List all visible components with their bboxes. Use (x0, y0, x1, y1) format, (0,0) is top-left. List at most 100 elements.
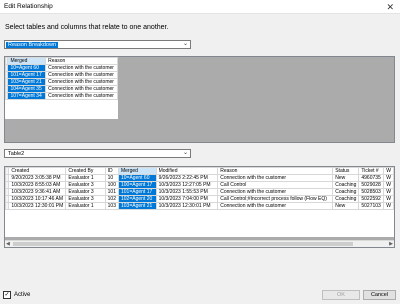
reason-cell[interactable]: Connection with the customer (45, 85, 118, 93)
ticket-cell[interactable]: 4960735 (358, 174, 385, 182)
merged-cell[interactable]: 10=Agent 60 (7, 64, 47, 72)
reason-cell[interactable]: Connection with the customer (45, 64, 118, 72)
column-header-ticket[interactable]: Ticket # (358, 167, 385, 175)
table-row[interactable]: 103=Agent 21 Connection with the custome… (4, 78, 118, 86)
scroll-left-icon[interactable]: ◀ (6, 241, 10, 247)
modified-cell[interactable]: 9/26/2023 2:22:45 PM (155, 174, 219, 182)
first-table-value: Reason Breakdown (6, 42, 59, 48)
status-cell[interactable]: Coaching (332, 181, 360, 189)
table-row[interactable]: 9/20/2023 3:05:38 PM Evaluator 1 10 10=A… (5, 174, 394, 182)
id-cell[interactable]: 10 (104, 174, 119, 182)
first-table-area: Merged Reason 10=Agent 60 Connection wit… (4, 57, 118, 119)
column-header-reason[interactable]: Reason (45, 57, 118, 65)
ticket-cell[interactable]: 5028503 (358, 188, 385, 196)
table-row[interactable]: 107=Agent 34 Connection with the custome… (4, 92, 118, 100)
created-cell[interactable]: 10/3/2023 9:36:41 AM (8, 188, 67, 196)
second-table-area: Created Created By ID Merged Modified Re… (5, 167, 394, 237)
merged-cell[interactable]: 100=Agent 17 (117, 181, 157, 189)
merged-cell[interactable]: 101=Agent 17 (7, 71, 47, 79)
first-table-grid: Merged Reason 10=Agent 60 Connection wit… (4, 56, 395, 143)
column-header-created-by[interactable]: Created By (65, 167, 106, 175)
reason-cell[interactable]: Connection with the customer (45, 71, 118, 79)
status-cell[interactable]: Coaching (332, 188, 360, 196)
created-by-cell[interactable]: Evaluator 3 (65, 181, 106, 189)
table-row[interactable]: 104=Agent 35 Connection with the custome… (4, 85, 118, 93)
created-by-cell[interactable]: Evaluator 3 (65, 188, 106, 196)
close-icon[interactable]: ✕ (386, 1, 394, 13)
column-header-status[interactable]: Status (332, 167, 360, 175)
first-table: Merged Reason 10=Agent 60 Connection wit… (4, 57, 118, 100)
scroll-right-icon[interactable]: ▶ (389, 241, 393, 247)
modified-cell[interactable]: 10/3/2023 12:27:05 PM (155, 181, 219, 189)
column-header-partial[interactable]: W (383, 167, 394, 175)
table-row[interactable]: 10/3/2023 8:55:03 AM Evaluator 3 100 100… (5, 181, 394, 189)
reason-cell[interactable]: Connection with the customer (217, 188, 334, 196)
id-cell[interactable]: 101 (104, 188, 119, 196)
created-cell[interactable]: 10/3/2023 10:17:46 AM (8, 195, 67, 203)
column-header-id[interactable]: ID (104, 167, 119, 175)
modified-cell[interactable]: 10/3/2023 7:04:00 PM (155, 195, 219, 203)
window-title: Edit Relationship (4, 3, 53, 10)
partial-cell[interactable]: W (383, 195, 394, 203)
column-header-modified[interactable]: Modified (155, 167, 219, 175)
reason-cell[interactable]: Call Control (217, 181, 334, 189)
column-header-merged[interactable]: Merged (7, 57, 47, 65)
second-table: Created Created By ID Merged Modified Re… (5, 167, 394, 210)
active-checkbox[interactable]: ✓ (3, 291, 11, 299)
merged-cell[interactable]: 103=Agent 21 (117, 202, 157, 210)
merged-cell[interactable]: 102=Agent 20 (117, 195, 157, 203)
reason-cell[interactable]: Call Control;#Incorrect process follow (… (217, 195, 334, 203)
status-cell[interactable]: New (332, 174, 360, 182)
merged-cell[interactable]: 103=Agent 21 (7, 78, 47, 86)
ticket-cell[interactable]: 5022592 (358, 195, 385, 203)
scrollbar-thumb[interactable] (13, 242, 353, 246)
ok-button[interactable]: OK (322, 290, 360, 300)
ticket-cell[interactable]: 5029028 (358, 181, 385, 189)
status-cell[interactable]: New (332, 202, 360, 210)
created-cell[interactable]: 10/3/2023 12:30:01 PM (8, 202, 67, 210)
column-header-reason[interactable]: Reason (217, 167, 334, 175)
second-table-grid: Created Created By ID Merged Modified Re… (4, 166, 395, 248)
modified-cell[interactable]: 10/3/2023 1:55:53 PM (155, 188, 219, 196)
created-by-cell[interactable]: Evaluator 1 (65, 174, 106, 182)
partial-cell[interactable]: W (383, 174, 394, 182)
reason-cell[interactable]: Connection with the customer (217, 202, 334, 210)
modified-cell[interactable]: 10/3/2023 12:30:01 PM (155, 202, 219, 210)
table-row[interactable]: 10/3/2023 9:36:41 AM Evaluator 3 101 101… (5, 188, 394, 196)
instruction-text: Select tables and columns that relate to… (5, 24, 169, 31)
table-row[interactable]: 10=Agent 60 Connection with the customer (4, 64, 118, 72)
column-header-merged[interactable]: Merged (117, 167, 157, 175)
chevron-down-icon[interactable]: ⌄ (183, 41, 188, 48)
ticket-cell[interactable]: 5027103 (358, 202, 385, 210)
partial-cell[interactable]: W (383, 202, 394, 210)
created-cell[interactable]: 9/20/2023 3:05:38 PM (8, 174, 67, 182)
created-by-cell[interactable]: Evaluator 3 (65, 195, 106, 203)
horizontal-scrollbar[interactable]: ◀ ▶ (5, 240, 394, 247)
reason-cell[interactable]: Connection with the customer (45, 78, 118, 86)
second-table-value: Table2 (8, 151, 25, 157)
id-cell[interactable]: 103 (104, 202, 119, 210)
merged-cell[interactable]: 104=Agent 35 (7, 85, 47, 93)
merged-cell[interactable]: 10=Agent 60 (117, 174, 157, 182)
status-cell[interactable]: Coaching (332, 195, 360, 203)
id-cell[interactable]: 100 (104, 181, 119, 189)
cancel-button[interactable]: Cancel (363, 290, 396, 300)
active-label: Active (14, 292, 31, 298)
merged-cell[interactable]: 101=Agent 17 (117, 188, 157, 196)
created-by-cell[interactable]: Evaluator 1 (65, 202, 106, 210)
chevron-down-icon[interactable]: ⌄ (183, 150, 188, 157)
partial-cell[interactable]: W (383, 181, 394, 189)
partial-cell[interactable]: W (383, 188, 394, 196)
created-cell[interactable]: 10/3/2023 8:55:03 AM (8, 181, 67, 189)
column-header-created[interactable]: Created (8, 167, 67, 175)
first-table-combobox[interactable]: Reason Breakdown ⌄ (4, 40, 191, 49)
reason-cell[interactable]: Connection with the customer (217, 174, 334, 182)
merged-cell[interactable]: 107=Agent 34 (7, 92, 47, 100)
id-cell[interactable]: 102 (104, 195, 119, 203)
table-row[interactable]: 10/3/2023 10:17:46 AM Evaluator 3 102 10… (5, 195, 394, 203)
table-row[interactable]: 10/3/2023 12:30:01 PM Evaluator 1 103 10… (5, 202, 394, 210)
second-table-combobox[interactable]: Table2 ⌄ (4, 149, 191, 158)
title-bar: Edit Relationship ✕ (0, 0, 400, 14)
reason-cell[interactable]: Connection with the customer (45, 92, 118, 100)
table-row[interactable]: 101=Agent 17 Connection with the custome… (4, 71, 118, 79)
